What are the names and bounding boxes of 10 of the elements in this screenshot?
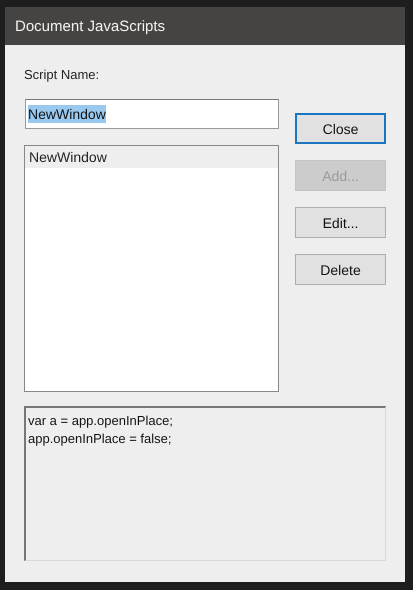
window-title: Document JavaScripts (15, 18, 166, 34)
script-code-area[interactable]: var a = app.openInPlace; app.openInPlace = false; (24, 406, 386, 561)
dialog-button[interactable]: Close (295, 113, 386, 144)
dialog-button[interactable]: Edit... (295, 207, 386, 238)
script-list-item[interactable]: NewWindow (25, 146, 278, 168)
script-name-label: Script Name: (24, 67, 100, 83)
code-line: var a = app.openInPlace; (28, 412, 173, 430)
dialog-button[interactable]: Delete (295, 254, 386, 285)
script-name-field[interactable]: NewWindow (25, 99, 279, 129)
code-line: app.openInPlace = false; (28, 430, 172, 448)
